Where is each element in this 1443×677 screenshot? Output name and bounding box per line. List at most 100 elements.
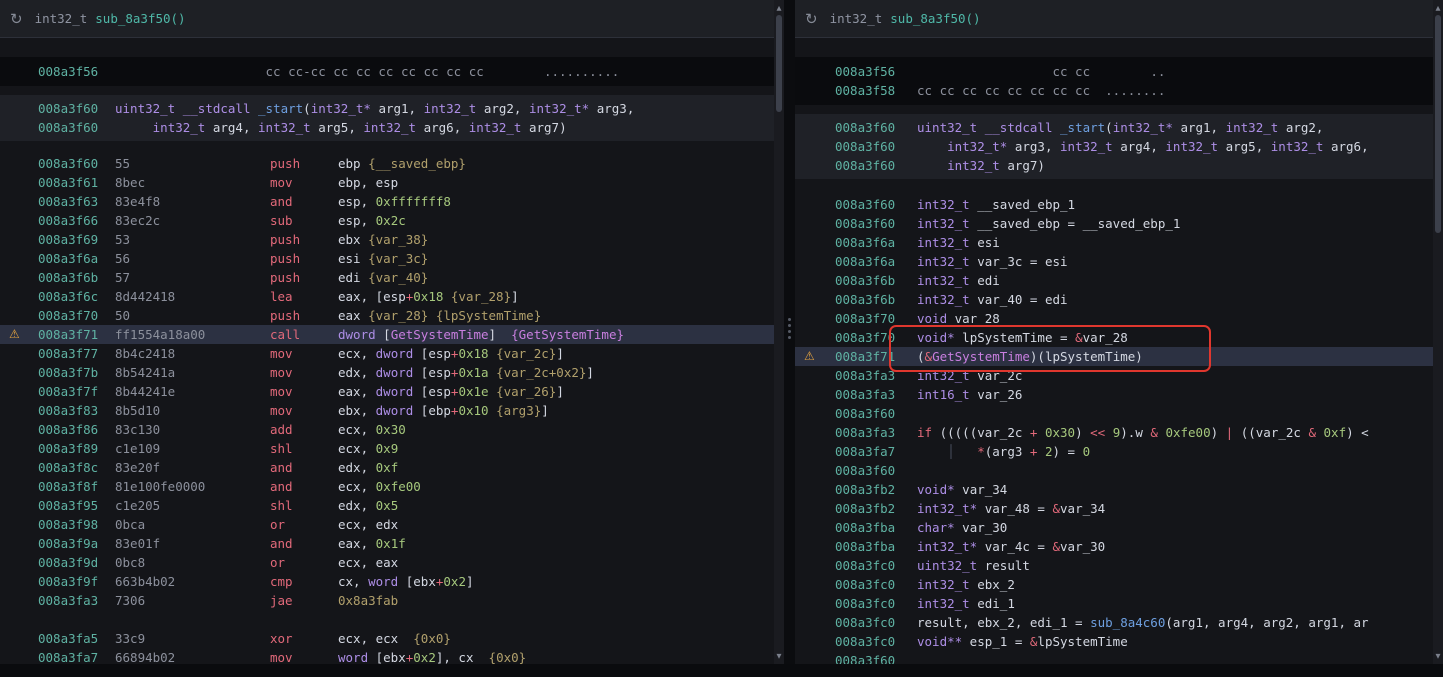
code-row[interactable]: 008a3fa3int32_t var_2c xyxy=(795,366,1433,385)
code-row[interactable]: 008a3f8c83e20fandedx, 0xf xyxy=(0,458,774,477)
code-row[interactable]: 008a3f6b57pushedi {var_40} xyxy=(0,268,774,287)
address[interactable]: 008a3fb2 xyxy=(835,480,917,499)
code-row[interactable]: 008a3f7f8b44241emoveax, dword [esp+0x1e … xyxy=(0,382,774,401)
code-row[interactable]: 008a3fb2void* var_34 xyxy=(795,480,1433,499)
left-scrollbar[interactable]: ▲ ▼ xyxy=(774,0,784,677)
address[interactable]: 008a3fb2 xyxy=(835,499,917,518)
address[interactable]: 008a3f6b xyxy=(835,271,917,290)
code-row[interactable]: 008a3f7b8b54241amovedx, dword [esp+0x1a … xyxy=(0,363,774,382)
address[interactable]: 008a3f60 xyxy=(835,195,917,214)
code-row[interactable]: 008a3f70void var_28 xyxy=(795,309,1433,328)
address[interactable]: 008a3f86 xyxy=(38,420,115,439)
code-row[interactable]: 008a3f980bcaorecx, edx xyxy=(0,515,774,534)
code-row[interactable]: 008a3f6055pushebp {__saved_ebp} xyxy=(0,154,774,173)
address[interactable]: 008a3fc0 xyxy=(835,575,917,594)
address[interactable]: 008a3f56 xyxy=(38,62,115,81)
address[interactable]: 008a3f63 xyxy=(38,192,115,211)
address[interactable]: 008a3f60 xyxy=(835,461,917,480)
address[interactable]: 008a3f6a xyxy=(835,233,917,252)
code-row[interactable]: 008a3f6bint32_t var_40 = edi xyxy=(795,290,1433,309)
address[interactable]: 008a3f60 xyxy=(835,404,917,423)
address[interactable]: 008a3f71 xyxy=(38,325,115,344)
code-row[interactable]: 008a3f60int32_t __saved_ebp_1 xyxy=(795,195,1433,214)
code-row[interactable]: 008a3f8683c130addecx, 0x30 xyxy=(0,420,774,439)
address[interactable]: 008a3f70 xyxy=(835,309,917,328)
code-row[interactable]: 008a3fc0result, ebx_2, edi_1 = sub_8a4c6… xyxy=(795,613,1433,632)
code-row[interactable]: 008a3fa7 │ *(arg3 + 2) = 0 xyxy=(795,442,1433,461)
code-row[interactable]: 008a3f89c1e109shlecx, 0x9 xyxy=(0,439,774,458)
address[interactable]: 008a3f60 xyxy=(835,156,917,175)
code-row[interactable]: 008a3f6383e4f8andesp, 0xfffffff8 xyxy=(0,192,774,211)
signature-row[interactable]: 008a3f60uint32_t __stdcall _start(int32_… xyxy=(0,99,774,118)
address[interactable]: 008a3f58 xyxy=(835,81,917,100)
scroll-up-icon[interactable]: ▲ xyxy=(774,3,784,13)
address[interactable]: 008a3fa5 xyxy=(38,629,115,648)
code-row[interactable]: 008a3fb2int32_t* var_48 = &var_34 xyxy=(795,499,1433,518)
code-row[interactable]: 008a3f838b5d10movebx, dword [ebp+0x10 {a… xyxy=(0,401,774,420)
code-row[interactable]: 008a3f95c1e205shledx, 0x5 xyxy=(0,496,774,515)
address[interactable]: 008a3f66 xyxy=(38,211,115,230)
address[interactable]: 008a3f9f xyxy=(38,572,115,591)
signature-row[interactable]: 008a3f60 int32_t arg4, int32_t arg5, int… xyxy=(0,118,774,137)
code-row[interactable]: 008a3fbaint32_t* var_4c = &var_30 xyxy=(795,537,1433,556)
refresh-icon[interactable]: ↻ xyxy=(805,10,818,28)
code-row[interactable]: 008a3fa37306jae0x8a3fab xyxy=(0,591,774,610)
code-row[interactable]: 008a3f6aint32_t var_3c = esi xyxy=(795,252,1433,271)
code-row[interactable]: 008a3f618becmovebp, esp xyxy=(0,173,774,192)
address[interactable]: 008a3fa3 xyxy=(38,591,115,610)
address[interactable]: 008a3f8c xyxy=(38,458,115,477)
code-row[interactable]: 008a3f778b4c2418movecx, dword [esp+0x18 … xyxy=(0,344,774,363)
address[interactable]: 008a3f71 xyxy=(835,347,917,366)
code-row[interactable]: 008a3fc0int32_t edi_1 xyxy=(795,594,1433,613)
address[interactable]: 008a3fc0 xyxy=(835,556,917,575)
signature-row[interactable]: 008a3f60uint32_t __stdcall _start(int32_… xyxy=(795,118,1433,137)
address[interactable]: 008a3fc0 xyxy=(835,613,917,632)
code-row[interactable]: 008a3fc0uint32_t result xyxy=(795,556,1433,575)
code-row[interactable]: 008a3f6aint32_t esi xyxy=(795,233,1433,252)
code-row[interactable]: 008a3f60 xyxy=(795,404,1433,423)
signature-row[interactable]: 008a3f60 int32_t* arg3, int32_t arg4, in… xyxy=(795,137,1433,156)
hexdump-row[interactable]: 008a3f56 cc cc .. xyxy=(795,62,1433,81)
address[interactable]: 008a3f61 xyxy=(38,173,115,192)
address[interactable]: 008a3f60 xyxy=(835,214,917,233)
code-row[interactable]: 008a3f9f663b4b02cmpcx, word [ebx+0x2] xyxy=(0,572,774,591)
scroll-down-icon[interactable]: ▼ xyxy=(774,651,784,661)
address[interactable]: 008a3fa3 xyxy=(835,366,917,385)
decompiler-view[interactable]: ↻ int32_t sub_8a3f50() 008a3f56 cc cc ..… xyxy=(795,0,1433,677)
right-scrollbar-thumb[interactable] xyxy=(1435,15,1441,233)
address[interactable]: 008a3f6b xyxy=(38,268,115,287)
address[interactable]: 008a3fc0 xyxy=(835,594,917,613)
divider-handle[interactable] xyxy=(788,318,791,339)
code-row[interactable]: 008a3fbachar* var_30 xyxy=(795,518,1433,537)
address[interactable]: 008a3f8f xyxy=(38,477,115,496)
hexdump-row[interactable]: 008a3f58cc cc cc cc cc cc cc cc ........ xyxy=(795,81,1433,100)
address[interactable]: 008a3f60 xyxy=(835,118,917,137)
scroll-down-icon[interactable]: ▼ xyxy=(1433,651,1443,661)
right-scrollbar[interactable]: ▲ ▼ xyxy=(1433,0,1443,677)
address[interactable]: 008a3f9a xyxy=(38,534,115,553)
code-row[interactable]: 008a3fa3int16_t var_26 xyxy=(795,385,1433,404)
address[interactable]: 008a3f6a xyxy=(38,249,115,268)
code-row[interactable]: 008a3f60 xyxy=(795,461,1433,480)
code-row[interactable]: 008a3f6683ec2csubesp, 0x2c xyxy=(0,211,774,230)
pane-divider[interactable] xyxy=(784,0,795,677)
code-row[interactable]: 008a3f70void* lpSystemTime = &var_28 xyxy=(795,328,1433,347)
code-row[interactable]: 008a3f9a83e01fandeax, 0x1f xyxy=(0,534,774,553)
refresh-icon[interactable]: ↻ xyxy=(10,10,23,28)
address[interactable]: 008a3f6a xyxy=(835,252,917,271)
code-row[interactable]: 008a3f7050pusheax {var_28} {lpSystemTime… xyxy=(0,306,774,325)
code-row[interactable]: 008a3f6953pushebx {var_38} xyxy=(0,230,774,249)
address[interactable]: 008a3f56 xyxy=(835,62,917,81)
address[interactable]: 008a3f60 xyxy=(38,154,115,173)
address[interactable]: 008a3f7f xyxy=(38,382,115,401)
address[interactable]: 008a3fba xyxy=(835,518,917,537)
address[interactable]: 008a3fc0 xyxy=(835,632,917,651)
address[interactable]: 008a3f70 xyxy=(835,328,917,347)
code-row[interactable]: 008a3f60int32_t __saved_ebp = __saved_eb… xyxy=(795,214,1433,233)
address[interactable]: 008a3fba xyxy=(835,537,917,556)
code-row[interactable]: ⚠008a3f71(&GetSystemTime)(lpSystemTime) xyxy=(795,347,1433,366)
code-row[interactable]: 008a3fc0int32_t ebx_2 xyxy=(795,575,1433,594)
code-row[interactable]: 008a3fa533c9xorecx, ecx {0x0} xyxy=(0,629,774,648)
address[interactable]: 008a3f95 xyxy=(38,496,115,515)
address[interactable]: 008a3f77 xyxy=(38,344,115,363)
